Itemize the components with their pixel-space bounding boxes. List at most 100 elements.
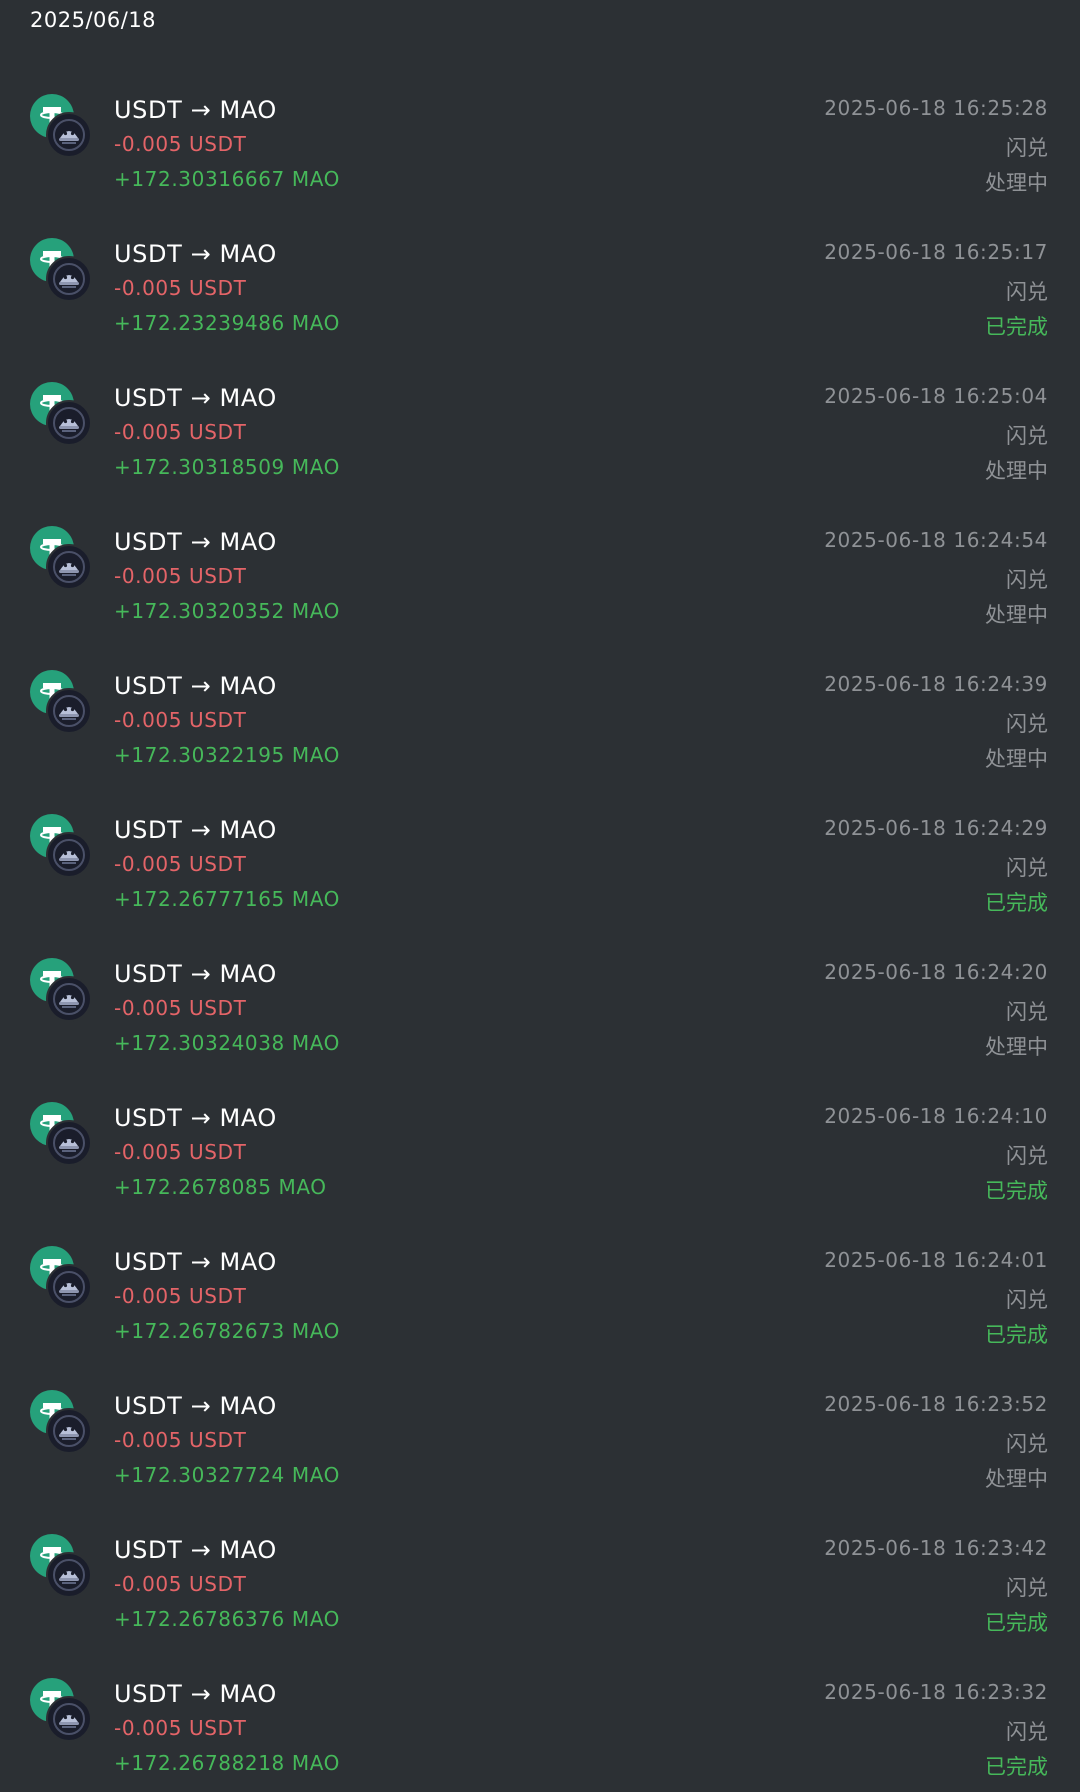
amount-in: +172.30316667 MAO xyxy=(114,167,340,191)
transaction-timestamp: 2025-06-18 16:24:54 xyxy=(824,528,1048,552)
amount-out: -0.005 USDT xyxy=(114,276,247,300)
transaction-row[interactable]: USDT → MAO -0.005 USDT +172.30316667 MAO… xyxy=(0,94,1080,238)
transaction-type: 闪兑 xyxy=(1006,1144,1048,1168)
transaction-timestamp: 2025-06-18 16:24:01 xyxy=(824,1248,1048,1272)
token-pair-icons xyxy=(30,382,94,454)
swap-pair-title: USDT → MAO xyxy=(114,816,277,844)
transaction-row[interactable]: USDT → MAO -0.005 USDT +172.26777165 MAO… xyxy=(0,814,1080,958)
amount-in: +172.2678085 MAO xyxy=(114,1175,327,1199)
transaction-history-page: 2025/06/18 USDT → MAO -0.005 USDT +172.3… xyxy=(0,0,1080,1792)
transaction-row[interactable]: USDT → MAO -0.005 USDT +172.2678085 MAO … xyxy=(0,1102,1080,1246)
transaction-timestamp: 2025-06-18 16:25:28 xyxy=(824,96,1048,120)
amount-in: +172.30322195 MAO xyxy=(114,743,340,767)
transaction-type: 闪兑 xyxy=(1006,712,1048,736)
swap-pair-title: USDT → MAO xyxy=(114,1536,277,1564)
transaction-row[interactable]: USDT → MAO -0.005 USDT +172.30324038 MAO… xyxy=(0,958,1080,1102)
transaction-row[interactable]: USDT → MAO -0.005 USDT +172.26786376 MAO… xyxy=(0,1534,1080,1678)
mao-icon xyxy=(46,1264,92,1310)
swap-pair-title: USDT → MAO xyxy=(114,1104,277,1132)
mao-icon xyxy=(46,256,92,302)
status-badge: 处理中 xyxy=(985,747,1048,771)
amount-out: -0.005 USDT xyxy=(114,996,247,1020)
status-badge: 已完成 xyxy=(985,1611,1048,1635)
transaction-timestamp: 2025-06-18 16:24:39 xyxy=(824,672,1048,696)
amount-in: +172.26777165 MAO xyxy=(114,887,340,911)
mao-icon xyxy=(46,1120,92,1166)
transaction-row[interactable]: USDT → MAO -0.005 USDT +172.30320352 MAO… xyxy=(0,526,1080,670)
swap-pair-title: USDT → MAO xyxy=(114,1392,277,1420)
status-badge: 已完成 xyxy=(985,1179,1048,1203)
transaction-timestamp: 2025-06-18 16:23:42 xyxy=(824,1536,1048,1560)
mao-icon xyxy=(46,832,92,878)
transaction-timestamp: 2025-06-18 16:25:04 xyxy=(824,384,1048,408)
amount-in: +172.26788218 MAO xyxy=(114,1751,340,1775)
mao-icon xyxy=(46,544,92,590)
amount-out: -0.005 USDT xyxy=(114,1572,247,1596)
swap-pair-title: USDT → MAO xyxy=(114,528,277,556)
swap-pair-title: USDT → MAO xyxy=(114,1680,277,1708)
transaction-timestamp: 2025-06-18 16:25:17 xyxy=(824,240,1048,264)
swap-pair-title: USDT → MAO xyxy=(114,240,277,268)
transaction-timestamp: 2025-06-18 16:24:20 xyxy=(824,960,1048,984)
status-badge: 已完成 xyxy=(985,1323,1048,1347)
mao-icon xyxy=(46,1408,92,1454)
status-badge: 已完成 xyxy=(985,315,1048,339)
mao-icon xyxy=(46,400,92,446)
swap-pair-title: USDT → MAO xyxy=(114,1248,277,1276)
token-pair-icons xyxy=(30,238,94,310)
mao-icon xyxy=(46,688,92,734)
transaction-type: 闪兑 xyxy=(1006,568,1048,592)
swap-pair-title: USDT → MAO xyxy=(114,960,277,988)
transaction-row[interactable]: USDT → MAO -0.005 USDT +172.26782673 MAO… xyxy=(0,1246,1080,1390)
amount-out: -0.005 USDT xyxy=(114,1716,247,1740)
amount-out: -0.005 USDT xyxy=(114,708,247,732)
amount-in: +172.26782673 MAO xyxy=(114,1319,340,1343)
mao-icon xyxy=(46,112,92,158)
status-badge: 处理中 xyxy=(985,459,1048,483)
transaction-row[interactable]: USDT → MAO -0.005 USDT +172.23239486 MAO… xyxy=(0,238,1080,382)
status-badge: 处理中 xyxy=(985,1035,1048,1059)
transaction-type: 闪兑 xyxy=(1006,856,1048,880)
transaction-type: 闪兑 xyxy=(1006,1576,1048,1600)
amount-in: +172.30327724 MAO xyxy=(114,1463,340,1487)
amount-out: -0.005 USDT xyxy=(114,420,247,444)
transaction-row[interactable]: USDT → MAO -0.005 USDT +172.30322195 MAO… xyxy=(0,670,1080,814)
token-pair-icons xyxy=(30,670,94,742)
transaction-row[interactable]: USDT → MAO -0.005 USDT +172.30318509 MAO… xyxy=(0,382,1080,526)
token-pair-icons xyxy=(30,1534,94,1606)
transaction-type: 闪兑 xyxy=(1006,1720,1048,1744)
transaction-type: 闪兑 xyxy=(1006,424,1048,448)
amount-in: +172.30318509 MAO xyxy=(114,455,340,479)
swap-pair-title: USDT → MAO xyxy=(114,384,277,412)
amount-out: -0.005 USDT xyxy=(114,1140,247,1164)
transaction-row[interactable]: USDT → MAO -0.005 USDT +172.26788218 MAO… xyxy=(0,1678,1080,1792)
transaction-type: 闪兑 xyxy=(1006,1000,1048,1024)
mao-icon xyxy=(46,1696,92,1742)
transaction-type: 闪兑 xyxy=(1006,1432,1048,1456)
amount-in: +172.30320352 MAO xyxy=(114,599,340,623)
mao-icon xyxy=(46,1552,92,1598)
transaction-type: 闪兑 xyxy=(1006,280,1048,304)
swap-pair-title: USDT → MAO xyxy=(114,672,277,700)
transaction-row[interactable]: USDT → MAO -0.005 USDT +172.30327724 MAO… xyxy=(0,1390,1080,1534)
amount-in: +172.23239486 MAO xyxy=(114,311,340,335)
amount-out: -0.005 USDT xyxy=(114,564,247,588)
status-badge: 处理中 xyxy=(985,603,1048,627)
status-badge: 已完成 xyxy=(985,1755,1048,1779)
token-pair-icons xyxy=(30,814,94,886)
transaction-timestamp: 2025-06-18 16:24:10 xyxy=(824,1104,1048,1128)
amount-out: -0.005 USDT xyxy=(114,1284,247,1308)
amount-out: -0.005 USDT xyxy=(114,1428,247,1452)
swap-pair-title: USDT → MAO xyxy=(114,96,277,124)
amount-in: +172.30324038 MAO xyxy=(114,1031,340,1055)
token-pair-icons xyxy=(30,94,94,166)
mao-icon xyxy=(46,976,92,1022)
transaction-type: 闪兑 xyxy=(1006,1288,1048,1312)
token-pair-icons xyxy=(30,1390,94,1462)
transaction-timestamp: 2025-06-18 16:23:52 xyxy=(824,1392,1048,1416)
token-pair-icons xyxy=(30,1102,94,1174)
status-badge: 处理中 xyxy=(985,171,1048,195)
token-pair-icons xyxy=(30,526,94,598)
transaction-timestamp: 2025-06-18 16:23:32 xyxy=(824,1680,1048,1704)
date-group-header: 2025/06/18 xyxy=(30,8,157,32)
